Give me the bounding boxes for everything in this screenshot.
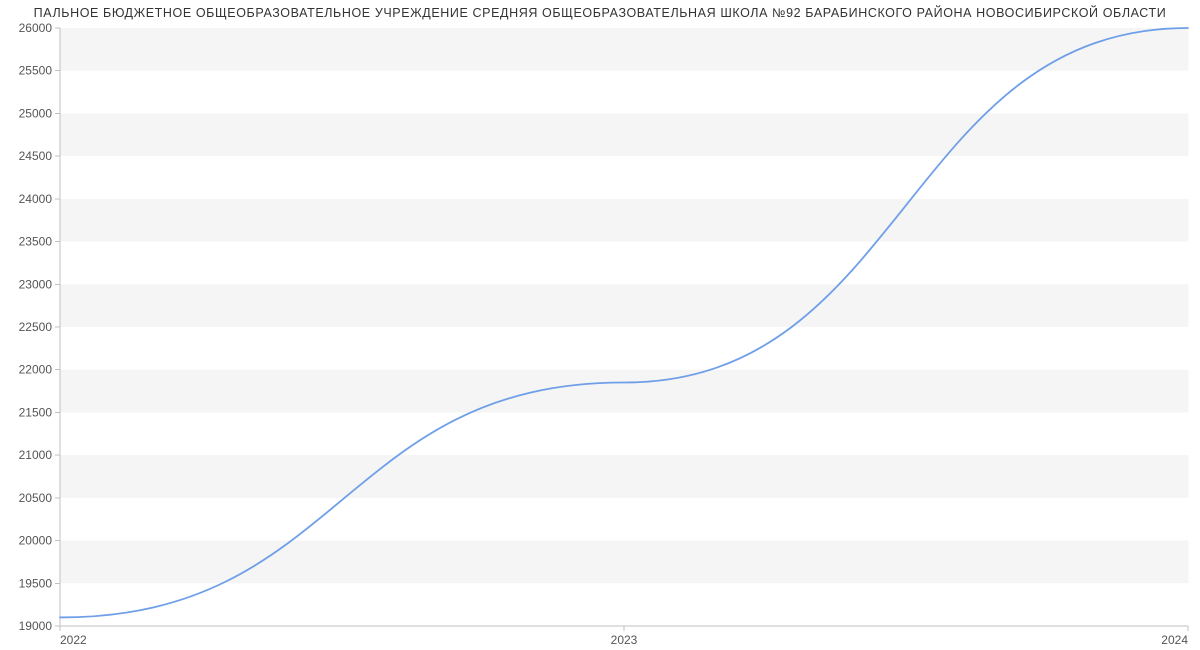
x-tick-label: 2023 — [611, 633, 638, 647]
y-tick-label: 24500 — [19, 149, 53, 163]
y-tick-label: 20000 — [19, 534, 53, 548]
y-tick-label: 22500 — [19, 320, 53, 334]
x-tick-label: 2024 — [1161, 633, 1188, 647]
grid-band — [61, 199, 1189, 242]
y-tick-label: 23000 — [19, 277, 53, 291]
y-tick-label: 19500 — [19, 576, 53, 590]
grid-band — [61, 28, 1189, 71]
grid-band — [61, 284, 1189, 327]
y-tick-label: 25000 — [19, 106, 53, 120]
y-tick-label: 23500 — [19, 235, 53, 249]
y-tick-label: 25500 — [19, 64, 53, 78]
grid-band — [61, 370, 1189, 413]
y-tick-label: 20500 — [19, 491, 53, 505]
y-tick-label: 22000 — [19, 363, 53, 377]
y-tick-label: 21000 — [19, 448, 53, 462]
grid-band — [61, 541, 1189, 584]
grid-band — [61, 113, 1189, 156]
chart-title: ПАЛЬНОЕ БЮДЖЕТНОЕ ОБЩЕОБРАЗОВАТЕЛЬНОЕ УЧ… — [0, 0, 1200, 22]
y-tick-label: 21500 — [19, 405, 53, 419]
grid-band — [61, 455, 1189, 498]
plot-area: 19000 19500 20000 20500 21000 21500 22000 22500… — [0, 22, 1200, 650]
y-tick-label: 26000 — [19, 22, 53, 35]
x-tick-label: 2022 — [60, 633, 87, 647]
y-tick-label: 19000 — [19, 619, 53, 633]
y-tick-label: 24000 — [19, 192, 53, 206]
line-chart: 19000 19500 20000 20500 21000 21500 22000 22500… — [0, 22, 1200, 650]
